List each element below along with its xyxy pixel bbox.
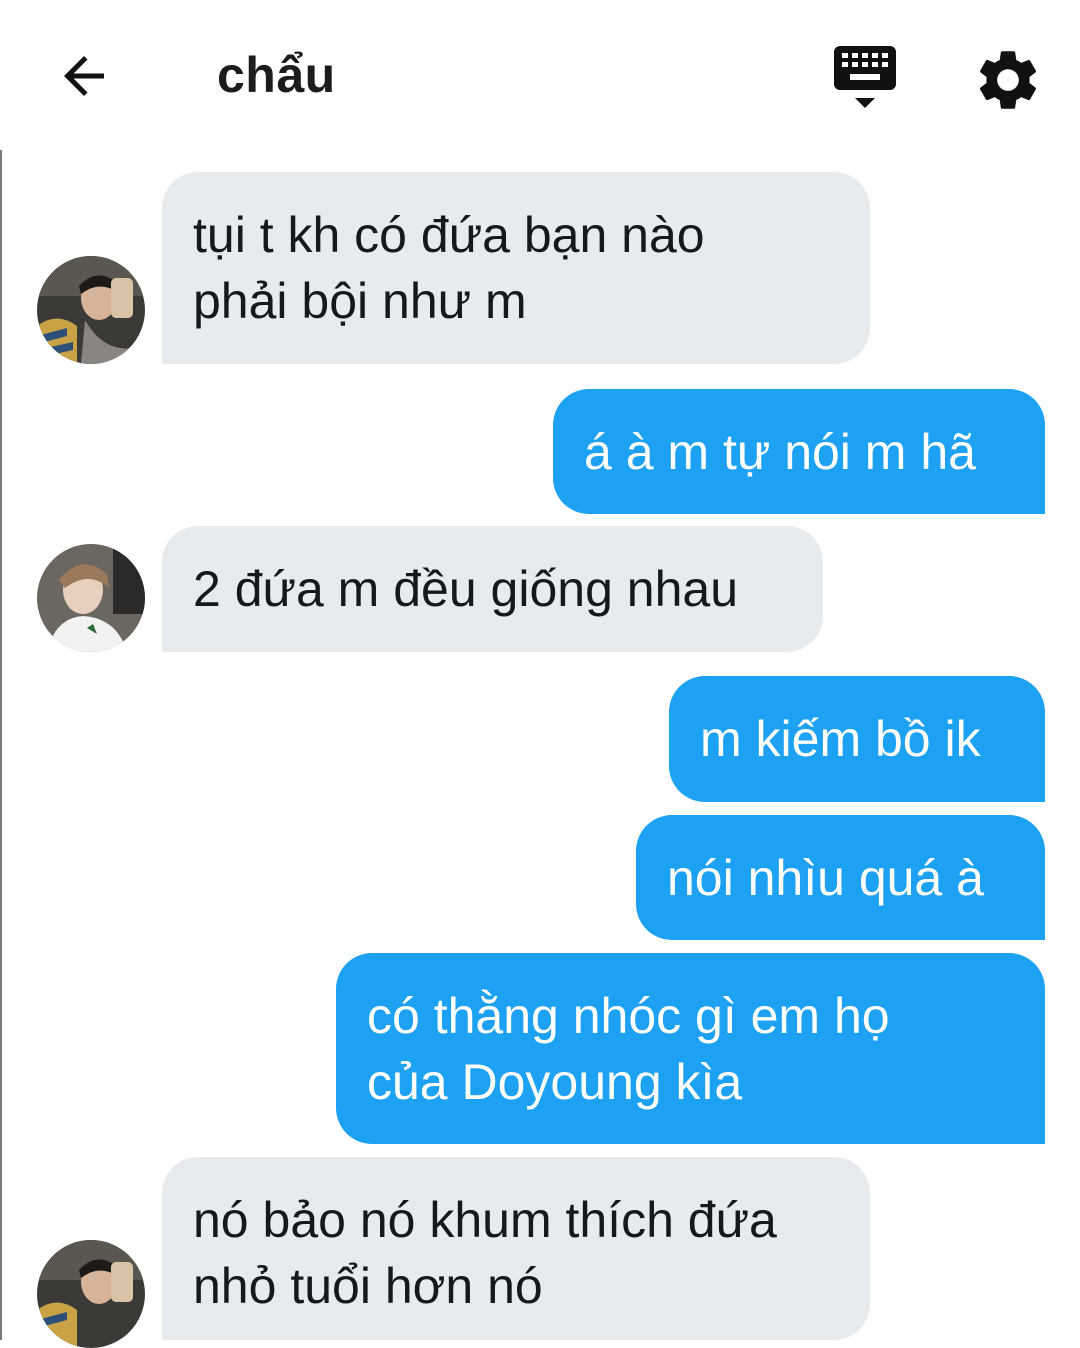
- gear-icon: [979, 51, 1037, 109]
- avatar-photo: [37, 544, 145, 652]
- outgoing-message[interactable]: có thằng nhóc gì em họ của Doyoung kìa: [336, 953, 1045, 1144]
- avatar-photo: [37, 256, 145, 364]
- window-edge: [0, 0, 2, 1340]
- keyboard-icon: [834, 46, 896, 108]
- arrow-left-icon: [64, 56, 104, 96]
- contact-avatar[interactable]: [37, 256, 145, 364]
- settings-button[interactable]: [972, 44, 1044, 116]
- incoming-message[interactable]: 2 đứa m đều giống nhau: [162, 526, 823, 652]
- contact-avatar[interactable]: [37, 1240, 145, 1348]
- back-button[interactable]: [52, 44, 116, 108]
- avatar-photo: [37, 1240, 145, 1348]
- chat-header: chẩu: [0, 0, 1080, 150]
- outgoing-message[interactable]: á à m tự nói m hã: [553, 389, 1045, 514]
- conversation-title[interactable]: chẩu: [217, 46, 336, 104]
- keyboard-toggle-button[interactable]: [828, 42, 902, 114]
- outgoing-message[interactable]: nói nhìu quá à: [636, 815, 1045, 940]
- incoming-message[interactable]: tụi t kh có đứa bạn nào phải bội như m: [162, 172, 870, 364]
- contact-avatar[interactable]: [37, 544, 145, 652]
- outgoing-message[interactable]: m kiếm bồ ik: [669, 676, 1045, 802]
- incoming-message[interactable]: nó bảo nó khum thích đứa nhỏ tuổi hơn nó: [162, 1157, 870, 1340]
